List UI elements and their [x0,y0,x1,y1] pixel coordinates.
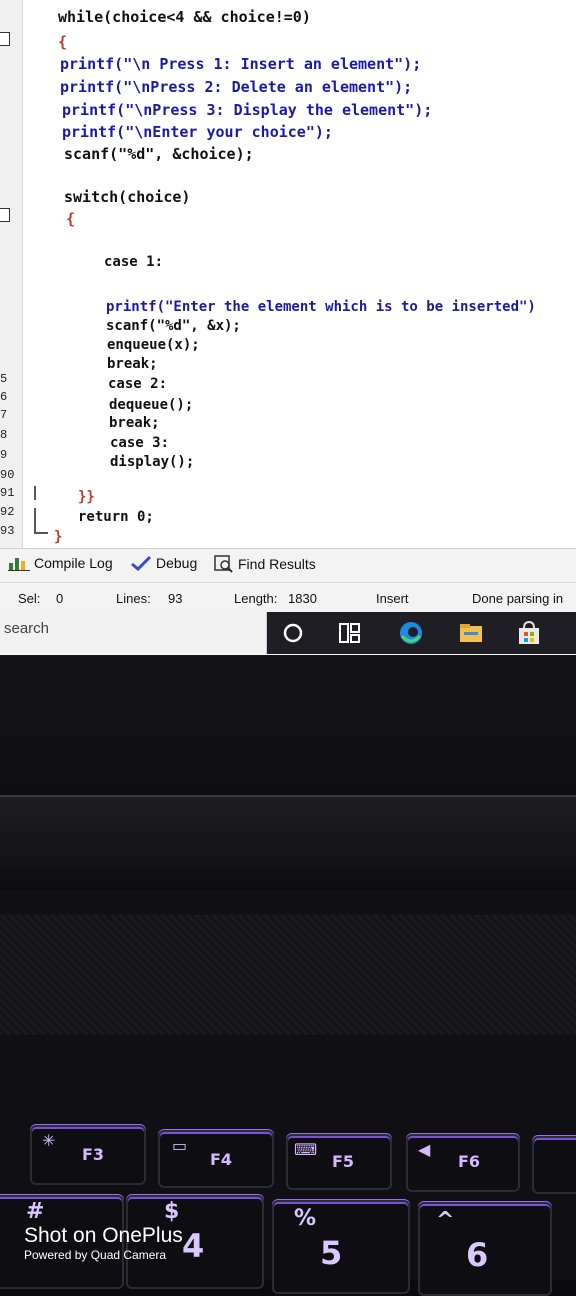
line-number: 8 [0,428,8,442]
speaker-grille [0,915,576,1035]
status-lines-label: Lines: [116,591,151,606]
line-number: 9 [0,448,8,462]
code-line: display(); [110,454,195,470]
edge-browser-icon[interactable] [398,620,424,646]
code-line: printf("\n Press 1: Insert an element"); [60,55,422,73]
key-f4: ▭ F4 [158,1130,274,1188]
bar-chart-icon [8,558,30,571]
code-line: dequeue(); [109,397,194,413]
camera-watermark-title: Shot on OnePlus [24,1224,183,1247]
fold-toggle-icon[interactable] [0,32,10,46]
line-number: 91 [0,486,15,500]
line-number: 7 [0,408,8,422]
status-parse-message: Done parsing in [472,591,564,606]
code-line: } [54,529,63,545]
key-symbol: # [26,1199,45,1224]
search-input[interactable]: search [4,620,49,637]
line-number: 93 [0,524,15,538]
key-f6: ◀ F6 [406,1134,520,1192]
tab-compile-log[interactable]: Compile Log [8,555,113,571]
code-line: printf("\nEnter your choice"); [62,123,333,141]
key-f7 [532,1136,576,1194]
camera-watermark-subtitle: Powered by Quad Camera [24,1248,167,1262]
code-line: { [66,210,76,228]
checkmark-icon [131,555,152,571]
status-length-value: 1830 [288,591,317,606]
taskbar-search-box[interactable]: search [0,612,267,654]
key-label: F3 [82,1145,105,1164]
find-icon [214,555,233,573]
fold-guide [34,486,36,500]
keyboard-backlight-icon: ▭ [172,1136,188,1155]
laptop-hinge [0,795,576,892]
code-line: case 2: [108,376,168,392]
task-view-icon[interactable] [336,620,362,646]
code-line: { [58,33,68,51]
laptop-bezel [0,655,576,795]
keyboard-icon: ⌨ [294,1140,318,1159]
tab-label: Find Results [238,556,316,572]
code-line: }} [78,489,95,505]
mute-icon: ◀ [418,1140,431,1159]
code-line: break; [107,356,158,372]
cortana-icon[interactable] [280,620,306,646]
tab-debug[interactable]: Debug [130,555,197,571]
line-number: 90 [0,468,15,482]
code-line: enqueue(x); [107,337,200,353]
key-6: ^ 6 [418,1202,552,1296]
fold-guide [34,508,36,532]
code-editor[interactable]: 5 6 7 8 9 90 91 92 93 while(choice<4 && … [0,0,576,548]
code-line: case 1: [104,254,164,270]
line-number: 6 [0,390,8,404]
key-symbol: $ [164,1199,180,1224]
fold-guide [34,532,48,534]
code-line: printf("Enter the element which is to be… [106,299,536,315]
key-label: F6 [458,1152,481,1171]
key-symbol: % [294,1206,317,1231]
file-explorer-icon[interactable] [458,620,484,646]
code-line: while(choice<4 && choice!=0) [58,8,311,26]
caret-icon: ^ [436,1208,455,1233]
tab-find-results[interactable]: Find Results [214,555,316,573]
code-line: printf("\nPress 2: Delete an element"); [60,78,413,96]
status-sel-label: Sel: [18,591,41,606]
monitor-screen: 5 6 7 8 9 90 91 92 93 while(choice<4 && … [0,0,576,655]
sun-icon: ✳ [42,1131,56,1150]
key-digit: 6 [466,1236,489,1274]
fold-toggle-icon[interactable] [0,208,10,222]
line-gutter: 5 6 7 8 9 90 91 92 93 [0,0,23,548]
line-number: 92 [0,505,15,519]
code-line: case 3: [110,435,170,451]
key-digit: 5 [320,1234,343,1272]
status-sel-value: 0 [56,591,64,606]
bottom-tabs-bar: Compile Log Debug Find Results [0,548,576,583]
code-line: return 0; [78,509,154,525]
code-line: break; [109,415,160,431]
status-lines-value: 93 [168,591,183,606]
code-line: printf("\nPress 3: Display the element")… [62,101,433,119]
line-number: 5 [0,372,8,386]
code-line: switch(choice) [64,188,191,206]
key-f3: ✳ F3 [30,1125,146,1185]
tab-label: Compile Log [34,555,113,571]
key-label: F4 [210,1150,233,1169]
tab-label: Debug [156,555,198,571]
code-line: scanf("%d", &x); [106,318,241,334]
key-digit: 4 [182,1227,205,1265]
status-insert-mode: Insert [376,591,409,606]
key-f5: ⌨ F5 [286,1134,392,1190]
key-label: F5 [332,1152,355,1171]
status-length-label: Length: [234,591,278,606]
store-icon[interactable] [516,620,542,646]
code-line: scanf("%d", &choice); [64,145,254,163]
windows-taskbar: search [0,612,576,654]
